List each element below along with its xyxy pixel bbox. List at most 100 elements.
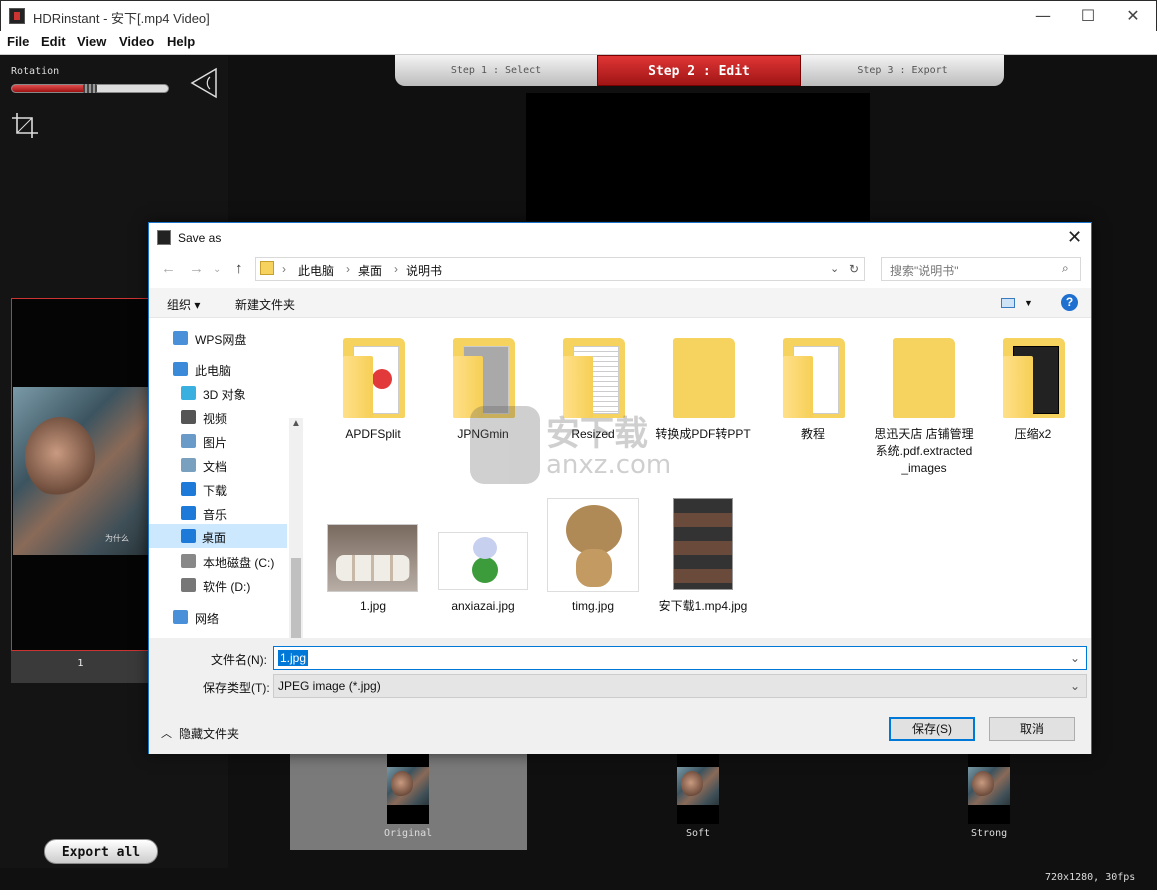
export-all-button[interactable]: Export all xyxy=(44,839,158,864)
menu-video[interactable]: Video xyxy=(119,34,154,49)
hide-folders-toggle[interactable]: 隐藏文件夹 xyxy=(179,725,239,742)
tab-step-select[interactable]: Step 1 : Select xyxy=(395,55,597,86)
document-icon xyxy=(181,458,196,472)
cancel-button[interactable]: 取消 xyxy=(989,717,1075,741)
nav-item-pictures[interactable]: 图片 xyxy=(181,431,285,453)
save-button[interactable]: 保存(S) xyxy=(889,717,975,741)
rotation-slider-knob[interactable] xyxy=(83,84,97,93)
filetype-select[interactable]: JPEG image (*.jpg) ⌄ xyxy=(273,674,1087,698)
step-tabs: Step 1 : Select Step 2 : Edit Step 3 : E… xyxy=(395,55,1004,86)
navigation-pane: WPS网盘 此电脑 3D 对象 视频 图片 文档 下载 音乐 桌面 本地磁盘 (… xyxy=(149,318,303,730)
scroll-up-icon[interactable]: ▲ xyxy=(291,418,301,429)
breadcrumb-separator-icon: › xyxy=(346,262,350,276)
video-thumbnail[interactable]: 为什么 xyxy=(11,298,150,651)
filename-input[interactable]: 1.jpg ⌄ xyxy=(273,646,1087,670)
nav-item-downloads[interactable]: 下载 xyxy=(181,479,285,501)
help-icon[interactable]: ? xyxy=(1061,294,1078,311)
rotation-slider-fill xyxy=(12,85,90,92)
music-icon xyxy=(181,506,196,520)
menu-bar: File Edit View Video Help xyxy=(0,31,1157,55)
rotate-icon[interactable] xyxy=(188,67,220,99)
nav-label: 3D 对象 xyxy=(203,388,246,402)
rotation-label: Rotation xyxy=(11,66,60,77)
nav-item-documents[interactable]: 文档 xyxy=(181,455,285,477)
breadcrumb-desktop[interactable]: 桌面 xyxy=(358,262,382,279)
nav-item-wps[interactable]: WPS网盘 xyxy=(173,328,283,350)
breadcrumb-manual[interactable]: 说明书 xyxy=(406,262,442,279)
nav-label: 网络 xyxy=(195,612,220,626)
preview-soft-thumb[interactable] xyxy=(677,754,719,824)
nav-label: 此电脑 xyxy=(195,364,232,378)
nav-item-this-pc[interactable]: 此电脑 xyxy=(173,359,283,381)
window-title: HDRinstant - 安下[.mp4 Video] xyxy=(33,11,210,26)
file-name: anxiazai.jpg xyxy=(451,599,515,613)
nav-label: 软件 (D:) xyxy=(203,580,251,594)
resolution-label: 720x1280, 30fps xyxy=(1045,872,1136,883)
file-name: JPNGmin xyxy=(457,427,509,441)
crop-icon[interactable] xyxy=(11,112,39,140)
desktop-icon xyxy=(181,529,196,543)
breadcrumb-computer[interactable]: 此电脑 xyxy=(298,262,334,279)
thumbnail-number: 1 xyxy=(11,651,150,683)
cube-icon xyxy=(181,386,196,400)
nav-item-videos[interactable]: 视频 xyxy=(181,407,285,429)
nav-item-drive-c[interactable]: 本地磁盘 (C:) xyxy=(181,551,285,573)
dialog-close-button[interactable]: ✕ xyxy=(1067,227,1082,248)
filename-dropdown-icon[interactable]: ⌄ xyxy=(1070,651,1080,665)
maximize-button[interactable]: ☐ xyxy=(1073,5,1103,27)
folder-icon xyxy=(893,338,955,418)
nav-label: WPS网盘 xyxy=(195,333,247,347)
forward-arrow-icon[interactable]: → xyxy=(189,260,204,277)
disk-icon xyxy=(181,578,196,592)
main-preview xyxy=(526,93,870,221)
file-name: 安下载1.mp4.jpg xyxy=(658,599,748,613)
thumbnail-caption: 为什么 xyxy=(105,534,129,543)
dialog-bottom: 文件名(N): 1.jpg ⌄ 保存类型(T): JPEG image (*.jp… xyxy=(149,638,1091,754)
search-input[interactable]: 搜索"说明书" ⌕ xyxy=(881,257,1081,281)
breadcrumb-separator-icon: › xyxy=(282,262,286,276)
nav-item-3d[interactable]: 3D 对象 xyxy=(181,383,285,405)
folder-icon xyxy=(673,338,735,418)
nav-item-music[interactable]: 音乐 xyxy=(181,503,285,525)
hide-folders-chevron-icon[interactable]: ︿ xyxy=(161,725,172,741)
download-icon xyxy=(181,482,196,496)
image-thumbnail xyxy=(438,532,528,590)
folder-icon xyxy=(563,338,625,418)
address-dropdown-icon[interactable]: ⌄ xyxy=(830,262,839,275)
rotation-slider[interactable] xyxy=(11,84,169,93)
file-name: timg.jpg xyxy=(571,599,615,613)
file-name: 思迅天店 店铺管理系统.pdf.extracted_images xyxy=(874,427,974,475)
cloud-icon xyxy=(173,331,188,345)
preview-soft-label: Soft xyxy=(686,828,711,839)
preview-strong-thumb[interactable] xyxy=(968,754,1010,824)
nav-item-network[interactable]: 网络 xyxy=(173,607,283,629)
computer-icon xyxy=(173,362,188,376)
menu-edit[interactable]: Edit xyxy=(41,34,66,49)
new-folder-button[interactable]: 新建文件夹 xyxy=(235,296,295,313)
address-bar[interactable]: › 此电脑 › 桌面 › 说明书 ⌄ ↻ xyxy=(255,257,865,281)
back-arrow-icon[interactable]: ← xyxy=(161,260,176,277)
menu-help[interactable]: Help xyxy=(167,34,195,49)
folder-icon xyxy=(453,338,515,418)
refresh-icon[interactable]: ↻ xyxy=(849,262,859,276)
preview-original-thumb[interactable] xyxy=(387,754,429,824)
dialog-title: Save as xyxy=(178,231,222,245)
dialog-toolbar: 组织 ▾ 新建文件夹 ▼ ? xyxy=(149,288,1091,318)
recent-chevron-icon[interactable]: ⌄ xyxy=(213,264,221,275)
view-mode-icon[interactable] xyxy=(1001,298,1015,308)
tab-step-export[interactable]: Step 3 : Export xyxy=(801,55,1004,86)
minimize-button[interactable]: — xyxy=(1028,5,1058,27)
filetype-dropdown-icon[interactable]: ⌄ xyxy=(1070,679,1080,693)
picture-icon xyxy=(181,434,196,448)
menu-file[interactable]: File xyxy=(7,34,29,49)
nav-item-desktop[interactable]: 桌面 xyxy=(149,524,287,548)
close-button[interactable]: ✕ xyxy=(1118,5,1148,27)
up-arrow-icon[interactable]: ↑ xyxy=(235,260,243,277)
view-dropdown-icon[interactable]: ▼ xyxy=(1024,298,1033,308)
menu-view[interactable]: View xyxy=(77,34,106,49)
tab-step-edit[interactable]: Step 2 : Edit xyxy=(597,55,801,86)
nav-item-drive-d[interactable]: 软件 (D:) xyxy=(181,575,285,597)
organize-button[interactable]: 组织 ▾ xyxy=(167,296,200,313)
image-thumbnail xyxy=(673,498,733,590)
nav-label: 下载 xyxy=(203,484,228,498)
